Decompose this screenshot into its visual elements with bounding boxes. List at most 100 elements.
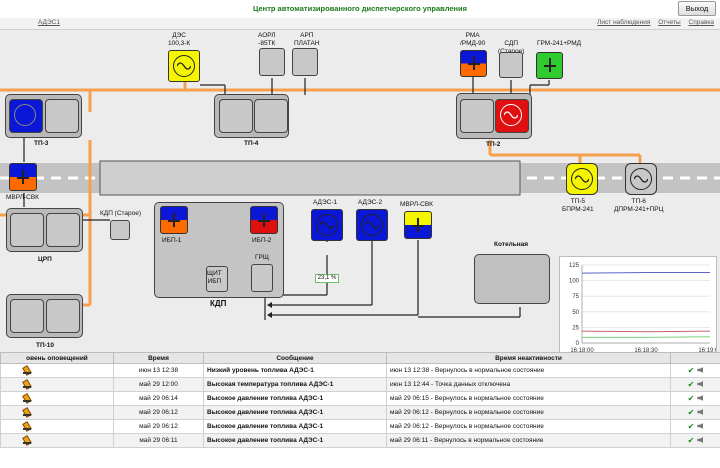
alarm-message-cell: Низкий уровень топлива АДЭС-1	[203, 363, 387, 378]
generator-ades1[interactable]	[311, 209, 343, 241]
ibp2-breaker[interactable]	[250, 206, 278, 234]
sine-icon	[14, 104, 36, 126]
tp4-group[interactable]	[214, 94, 289, 138]
acknowledge-check-icon[interactable]: ✔	[688, 394, 695, 403]
sine-icon	[571, 168, 593, 190]
tp10-group[interactable]	[6, 294, 83, 338]
alarm-bell-icon	[23, 422, 31, 430]
label-grm: ГРМ-241+РМД	[537, 40, 582, 47]
alarm-level-cell	[0, 405, 114, 420]
alarm-message-cell: Высокое давление топлива АДЭС-1	[203, 433, 387, 448]
col-header-inactive[interactable]: Время неактивности	[386, 352, 671, 364]
col-header-time[interactable]: Время	[113, 352, 204, 364]
generator-tp5[interactable]	[566, 163, 598, 195]
mvrl-svk-left-breaker[interactable]	[9, 163, 37, 191]
tp4-cell-1[interactable]	[219, 99, 253, 133]
alarm-table: овень оповещений Время Сообщение Время н…	[0, 352, 720, 468]
table-row[interactable]: май 29 12:00 Высокая температура топлива …	[0, 377, 720, 392]
chart-y-tick-label: 75	[572, 294, 579, 300]
table-row[interactable]: май 29 06:11 Высокое давление топлива АДЭ…	[0, 433, 720, 448]
grm-breaker[interactable]	[536, 52, 563, 79]
label-kdp-old: КДП (Старое)	[100, 210, 142, 217]
rma-breaker[interactable]	[460, 50, 487, 77]
label-arp: АРП ПЛАТАН	[294, 32, 320, 47]
ades1-load-readout: 23,1 %	[315, 274, 339, 283]
tp3-group[interactable]	[5, 94, 82, 138]
alarm-time-cell: май 29 06:11	[113, 433, 204, 448]
mute-speaker-icon[interactable]	[697, 367, 704, 373]
tp2-group[interactable]	[456, 93, 532, 139]
consumer-aorl[interactable]	[259, 48, 285, 76]
breadcrumb[interactable]: АДЭС1	[38, 19, 60, 26]
label-tp4: ТП-4	[244, 140, 259, 147]
alarm-time-cell: май 29 06:12	[113, 405, 204, 420]
crp-cell-2[interactable]	[46, 213, 80, 247]
mvrl-svk-breaker[interactable]	[404, 211, 432, 239]
kdp-old-box[interactable]	[110, 220, 130, 240]
acknowledge-check-icon[interactable]: ✔	[688, 436, 695, 445]
grsh-box[interactable]	[251, 264, 273, 292]
tp10-cell-1[interactable]	[10, 299, 44, 333]
current-chart-panel[interactable]: 025507510012516:18:0016:18:3016:19:00I_L…	[559, 256, 717, 352]
alarm-inactive-cell: июн 13 12:38 - Вернулось в нормальное со…	[386, 363, 671, 378]
tp2-breaker[interactable]	[495, 99, 529, 133]
table-row[interactable]: май 29 06:14 Высокое давление топлива АДЭ…	[0, 391, 720, 406]
tp10-cell-2[interactable]	[46, 299, 80, 333]
alarm-message-cell: Высокое давление топлива АДЭС-1	[203, 391, 387, 406]
acknowledge-check-icon[interactable]: ✔	[688, 366, 695, 375]
chart-y-tick-label: 100	[569, 279, 580, 285]
mute-speaker-icon[interactable]	[697, 437, 704, 443]
alarm-level-cell	[0, 419, 114, 434]
nav-link-watchlist[interactable]: Лист наблюдения	[597, 19, 650, 26]
alarm-bell-icon	[23, 436, 31, 444]
tp2-cell-1[interactable]	[460, 99, 494, 133]
label-aorl: АОРЛ -85ТК	[258, 32, 276, 47]
chart-y-tick-label: 25	[572, 325, 579, 331]
alarm-message-cell: Высокое давление топлива АДЭС-1	[203, 419, 387, 434]
mute-speaker-icon[interactable]	[697, 423, 704, 429]
tp3-cell-2[interactable]	[45, 99, 79, 133]
label-rma: РМА/РМД-90	[460, 32, 486, 47]
table-row[interactable]: май 29 06:12 Высокое давление топлива АДЭ…	[0, 419, 720, 434]
mute-speaker-icon[interactable]	[697, 395, 704, 401]
table-row[interactable]: июн 13 12:38 Низкий уровень топлива АДЭС-…	[0, 363, 720, 378]
alarm-table-header: овень оповещений Время Сообщение Время н…	[0, 352, 720, 364]
col-header-level[interactable]: овень оповещений	[0, 352, 114, 364]
mute-speaker-icon[interactable]	[697, 409, 704, 415]
generator-des[interactable]	[168, 50, 200, 82]
exit-button[interactable]: Выход	[678, 1, 716, 16]
sine-icon	[500, 104, 522, 126]
label-mvrl-svk: МВРЛ-СВК	[400, 201, 433, 208]
tp4-cell-2[interactable]	[254, 99, 288, 133]
crp-cell-1[interactable]	[10, 213, 44, 247]
alarm-time-cell: май 29 12:00	[113, 377, 204, 392]
tp3-breaker[interactable]	[9, 99, 43, 133]
generator-ades2[interactable]	[356, 209, 388, 241]
alarm-actions-cell: ✔	[670, 419, 720, 434]
nav-link-reports[interactable]: Отчеты	[658, 19, 680, 26]
nav-link-help[interactable]: Справка	[689, 19, 715, 26]
boiler-house[interactable]	[474, 254, 550, 304]
crp-group[interactable]	[6, 208, 83, 252]
label-ibp2: ИБП-2	[252, 237, 272, 244]
generator-tp6[interactable]	[625, 163, 657, 195]
acknowledge-check-icon[interactable]: ✔	[688, 380, 695, 389]
app-title: Центр автоматизированного диспетчерского…	[252, 4, 468, 13]
alarm-time-cell: июн 13 12:38	[113, 363, 204, 378]
label-boiler: Котельная	[494, 241, 529, 248]
consumer-arp[interactable]	[292, 48, 318, 76]
sine-icon	[361, 214, 383, 236]
label-grsh: ГРЩ	[255, 254, 269, 261]
alarm-actions-cell: ✔	[670, 433, 720, 448]
label-tp2: ТП-2	[486, 141, 501, 148]
table-row[interactable]: май 29 06:12 Высокое давление топлива АДЭ…	[0, 405, 720, 420]
alarm-inactive-cell: май 29 06:15 - Вернулось в нормальное со…	[386, 391, 671, 406]
sdp-box[interactable]	[499, 52, 523, 78]
label-kdp: КДП	[210, 299, 227, 308]
acknowledge-check-icon[interactable]: ✔	[688, 408, 695, 417]
mute-speaker-icon[interactable]	[697, 381, 704, 387]
acknowledge-check-icon[interactable]: ✔	[688, 422, 695, 431]
ibp1-breaker[interactable]	[160, 206, 188, 234]
alarm-inactive-cell: май 29 06:11 - Вернулось в нормальное со…	[386, 433, 671, 448]
col-header-message[interactable]: Сообщение	[203, 352, 387, 364]
